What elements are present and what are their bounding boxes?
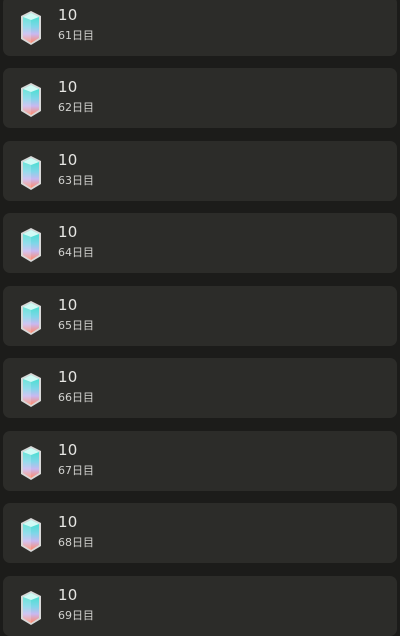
reward-day-label: 66日目 [58, 391, 94, 404]
crystal-gem-icon [21, 83, 41, 117]
reward-row-day-66[interactable]: 10 66日目 [3, 358, 397, 418]
reward-day-label: 68日目 [58, 536, 94, 549]
reward-amount: 10 [58, 368, 78, 386]
reward-day-label: 65日目 [58, 319, 94, 332]
reward-day-label: 62日目 [58, 101, 94, 114]
crystal-gem-icon [21, 301, 41, 335]
reward-day-label: 64日目 [58, 246, 94, 259]
reward-row-day-63[interactable]: 10 63日目 [3, 141, 397, 201]
reward-amount: 10 [58, 513, 78, 531]
reward-day-label: 63日目 [58, 174, 94, 187]
reward-amount: 10 [58, 151, 78, 169]
reward-row-day-62[interactable]: 10 62日目 [3, 68, 397, 128]
crystal-gem-icon [21, 228, 41, 262]
reward-amount: 10 [58, 441, 78, 459]
reward-amount: 10 [58, 78, 78, 96]
reward-amount: 10 [58, 586, 78, 604]
reward-row-day-68[interactable]: 10 68日目 [3, 503, 397, 563]
reward-amount: 10 [58, 6, 78, 24]
crystal-gem-icon [21, 518, 41, 552]
reward-list: 10 61日目 10 62日目 10 63日目 10 64日目 10 65日目 … [0, 0, 400, 636]
reward-row-day-69[interactable]: 10 69日目 [3, 576, 397, 636]
reward-amount: 10 [58, 223, 78, 241]
crystal-gem-icon [21, 446, 41, 480]
crystal-gem-icon [21, 11, 41, 45]
reward-row-day-64[interactable]: 10 64日目 [3, 213, 397, 273]
crystal-gem-icon [21, 156, 41, 190]
reward-day-label: 67日目 [58, 464, 94, 477]
crystal-gem-icon [21, 373, 41, 407]
reward-row-day-67[interactable]: 10 67日目 [3, 431, 397, 491]
reward-amount: 10 [58, 296, 78, 314]
reward-row-day-65[interactable]: 10 65日目 [3, 286, 397, 346]
reward-day-label: 69日目 [58, 609, 94, 622]
reward-day-label: 61日目 [58, 29, 94, 42]
reward-row-day-61[interactable]: 10 61日目 [3, 0, 397, 56]
crystal-gem-icon [21, 591, 41, 625]
